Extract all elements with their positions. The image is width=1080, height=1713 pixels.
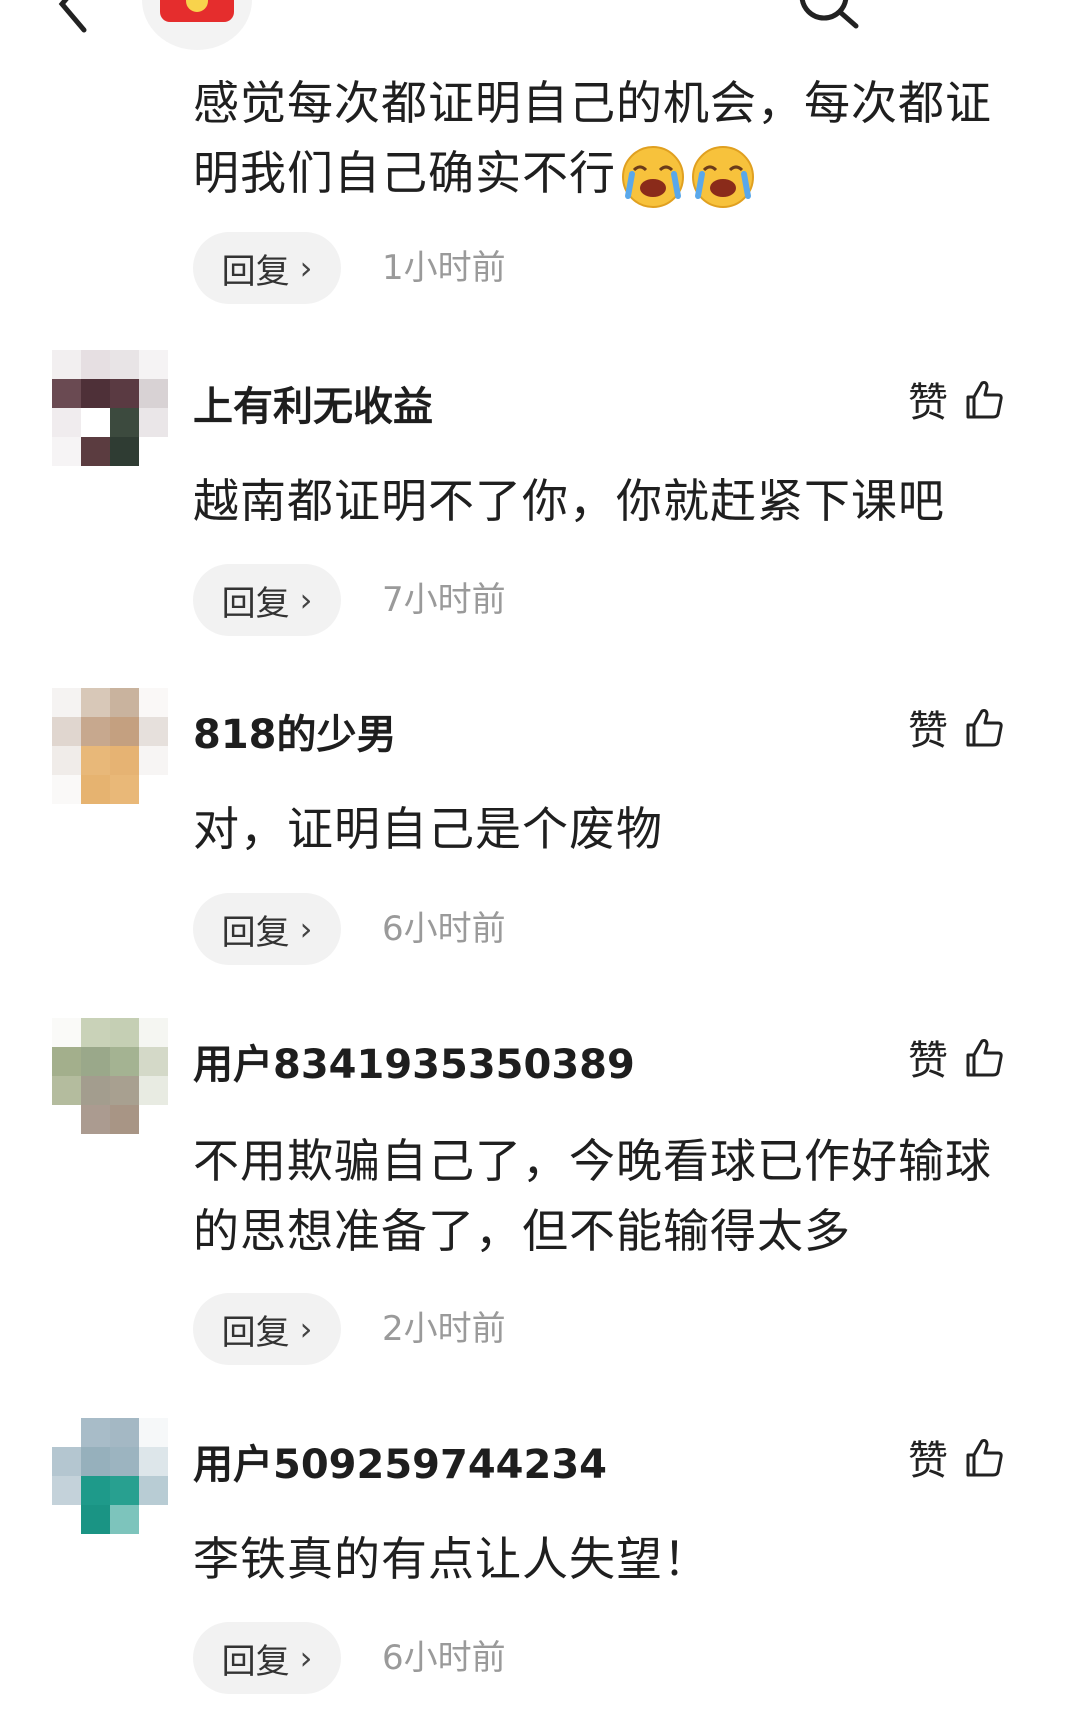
like-label: 赞: [908, 1438, 948, 1484]
reply-button[interactable]: 回复 ›: [193, 893, 341, 965]
like-button[interactable]: 赞: [908, 1432, 1018, 1484]
username[interactable]: 用户509259744234: [193, 1432, 607, 1490]
thumbs-up-icon: [966, 1039, 1003, 1077]
reply-button[interactable]: 回复 ›: [193, 1622, 341, 1694]
comment-text: 感觉每次都证明自己的机会，每次都证明我们自己确实不行: [193, 68, 1023, 210]
like-label: 赞: [908, 708, 948, 754]
like-button[interactable]: 赞: [908, 374, 1018, 426]
chevron-right-icon: ›: [299, 249, 313, 287]
chevron-right-icon: ›: [299, 1310, 313, 1348]
thumbs-up-icon: [966, 1439, 1003, 1477]
username[interactable]: 上有利无收益: [193, 374, 433, 432]
reply-label: 回复: [221, 1641, 290, 1682]
reply-button[interactable]: 回复 ›: [193, 232, 341, 304]
reply-button[interactable]: 回复 ›: [193, 1293, 341, 1365]
avatar[interactable]: [52, 688, 168, 804]
comment-time: 6小时前: [382, 909, 506, 949]
comment-text: 对，证明自己是个废物: [193, 802, 663, 856]
chevron-right-icon: ›: [299, 1639, 313, 1677]
reply-label: 回复: [221, 1312, 290, 1353]
comment-time: 6小时前: [382, 1638, 506, 1678]
reply-label: 回复: [221, 583, 290, 624]
search-icon[interactable]: [794, 0, 864, 36]
reply-label: 回复: [221, 912, 290, 953]
loudly-crying-face-icon: [692, 145, 754, 208]
reply-label: 回复: [221, 251, 290, 292]
like-button[interactable]: 赞: [908, 702, 1018, 754]
thumbs-up-icon: [966, 381, 1003, 419]
avatar[interactable]: [52, 1018, 168, 1134]
like-label: 赞: [908, 380, 948, 426]
like-label: 赞: [908, 1038, 948, 1084]
comment-time: 1小时前: [382, 248, 506, 288]
top-bar: [0, 0, 1080, 60]
chevron-right-icon: ›: [299, 581, 313, 619]
reply-button[interactable]: 回复 ›: [193, 564, 341, 636]
comment-time: 2小时前: [382, 1309, 506, 1349]
comment-text: 不用欺骗自己了，今晚看球已作好输球的思想准备了，但不能输得太多: [193, 1134, 992, 1258]
red-packet-icon[interactable]: [142, 0, 252, 50]
comment-text: 越南都证明不了你，你就赶紧下课吧: [193, 474, 945, 528]
avatar[interactable]: [52, 350, 168, 466]
username[interactable]: 818的少男: [193, 702, 397, 760]
like-button[interactable]: 赞: [908, 1032, 1018, 1084]
username[interactable]: 用户8341935350389: [193, 1032, 635, 1090]
avatar[interactable]: [52, 1418, 168, 1534]
loudly-crying-face-icon: [622, 145, 684, 208]
comment-time: 7小时前: [382, 580, 506, 620]
thumbs-up-icon: [966, 709, 1003, 747]
chevron-right-icon: ›: [299, 910, 313, 948]
chevron-left-icon[interactable]: [44, 0, 104, 34]
comment-text: 李铁真的有点让人失望！: [193, 1532, 710, 1586]
